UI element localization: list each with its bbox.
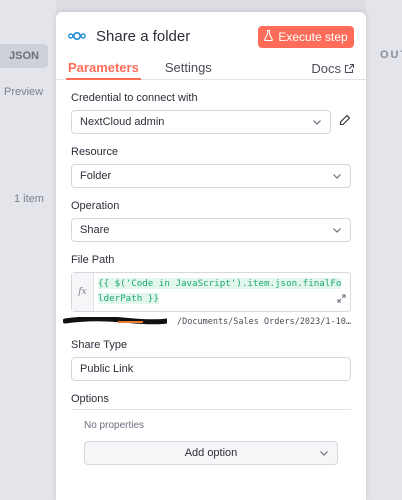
resource-value: Folder xyxy=(80,170,112,182)
output-label: OUT xyxy=(380,49,402,61)
chevron-down-icon xyxy=(332,171,342,184)
file-path-label: File Path xyxy=(71,254,115,266)
resolved-path-text: /Documents/Sales Orders/2023/1-10… xyxy=(177,317,351,327)
share-type-select[interactable]: Public Link xyxy=(71,357,351,381)
share-type-value: Public Link xyxy=(80,363,134,375)
add-option-button[interactable]: Add option xyxy=(84,441,338,465)
panel-tabs: Parameters Settings Docs xyxy=(56,60,366,80)
nextcloud-icon xyxy=(68,30,86,42)
chevron-down-icon xyxy=(312,117,322,130)
add-option-label: Add option xyxy=(184,447,238,459)
resource-label: Resource xyxy=(71,146,119,158)
operation-label: Operation xyxy=(71,200,120,212)
fx-icon: fx xyxy=(72,273,94,311)
node-settings-panel: Share a folder Execute step Parameters S… xyxy=(56,12,366,500)
credential-select[interactable]: NextCloud admin xyxy=(71,110,331,134)
expand-icon[interactable] xyxy=(337,290,346,308)
resolved-path-preview: /Documents/Sales Orders/2023/1-10… xyxy=(63,315,351,331)
options-section: No properties Add option xyxy=(71,410,351,465)
options-title: Options xyxy=(71,393,351,410)
panel-header: Share a folder Execute step xyxy=(56,12,366,60)
share-type-label: Share Type xyxy=(71,339,128,351)
docs-link[interactable]: Docs xyxy=(311,61,354,76)
output-panel-background xyxy=(366,0,402,500)
node-title[interactable]: Share a folder xyxy=(96,28,190,45)
operation-select[interactable]: Share xyxy=(71,218,351,242)
file-path-expression-input[interactable]: fx {{ $('Code in JavaScript').item.json.… xyxy=(71,272,351,312)
chevron-down-icon xyxy=(319,448,329,461)
execute-step-button[interactable]: Execute step xyxy=(258,26,354,48)
execute-step-label: Execute step xyxy=(278,30,348,44)
json-tab[interactable]: JSON xyxy=(0,44,48,68)
docs-label: Docs xyxy=(311,61,341,76)
external-link-icon xyxy=(345,61,354,76)
credential-value: NextCloud admin xyxy=(80,116,165,128)
file-path-expression[interactable]: {{ $('Code in JavaScript').item.json.fin… xyxy=(94,273,350,311)
tab-settings[interactable]: Settings xyxy=(165,60,212,79)
flask-icon xyxy=(264,29,274,44)
operation-value: Share xyxy=(80,224,110,236)
preview-label: Preview xyxy=(4,86,44,98)
item-count: 1 item xyxy=(14,193,44,205)
tab-parameters[interactable]: Parameters xyxy=(66,60,141,80)
resource-select[interactable]: Folder xyxy=(71,164,351,188)
input-panel-background xyxy=(0,0,56,500)
edit-credential-icon[interactable] xyxy=(339,113,351,131)
chevron-down-icon xyxy=(332,225,342,238)
credential-label: Credential to connect with xyxy=(71,92,198,104)
no-properties-text: No properties xyxy=(84,420,145,431)
redaction-scribble xyxy=(63,317,167,325)
